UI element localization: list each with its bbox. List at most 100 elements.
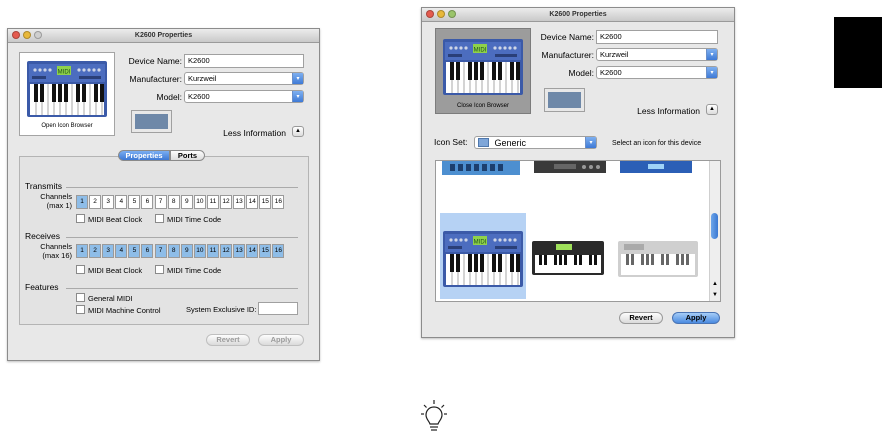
receive-channel-1[interactable]: 1 xyxy=(76,244,88,258)
minimize-button[interactable] xyxy=(23,31,31,39)
device-name-field[interactable]: K2600 xyxy=(596,30,718,44)
device-color-swatch[interactable] xyxy=(131,110,172,133)
transmit-channel-2[interactable]: 2 xyxy=(89,195,102,209)
blue-rack-icon[interactable] xyxy=(620,161,692,175)
manufacturer-label: Manufacturer: xyxy=(129,74,182,84)
revert-button[interactable]: Revert xyxy=(206,334,250,346)
transmit-beat-clock-checkbox[interactable]: MIDI Beat Clock xyxy=(76,214,142,224)
left-window-title: K2600 Properties xyxy=(134,32,193,39)
transmits-divider xyxy=(66,187,298,188)
receive-channel-3[interactable]: 3 xyxy=(102,244,115,258)
receive-channel-14[interactable]: 14 xyxy=(246,244,259,258)
receives-channels-label: Channels (max 16) xyxy=(26,242,72,260)
icon-grid-scrollbar[interactable]: ▲ ▼ xyxy=(709,161,720,301)
receive-channel-4[interactable]: 4 xyxy=(115,244,128,258)
transmit-channel-8[interactable]: 8 xyxy=(167,195,180,209)
apply-button[interactable]: Apply xyxy=(672,312,720,324)
manufacturer-select[interactable]: Kurzweil ▾ xyxy=(596,48,718,61)
device-color-swatch[interactable] xyxy=(544,88,585,112)
zoom-button[interactable] xyxy=(34,31,42,39)
transmit-channel-12[interactable]: 12 xyxy=(220,195,233,209)
close-button[interactable] xyxy=(426,10,434,18)
receive-channel-12[interactable]: 12 xyxy=(220,244,233,258)
select-arrow-icon: ▾ xyxy=(292,73,303,84)
checkbox-icon xyxy=(76,305,85,314)
receives-divider xyxy=(66,237,298,238)
sysex-id-field[interactable] xyxy=(258,302,298,315)
transmit-channel-13[interactable]: 13 xyxy=(233,195,246,209)
manufacturer-value: Kurzweil xyxy=(188,74,217,83)
icon-grid: ▲ ▼ xyxy=(435,160,721,302)
receive-channel-7[interactable]: 7 xyxy=(154,244,167,258)
chapter-tab-marker xyxy=(834,17,882,88)
receive-channel-10[interactable]: 10 xyxy=(193,244,206,258)
receives-heading: Receives xyxy=(25,231,60,241)
less-information-button[interactable]: ▲ xyxy=(706,104,718,115)
receive-channel-13[interactable]: 13 xyxy=(233,244,246,258)
zoom-button[interactable] xyxy=(448,10,456,18)
receive-channel-15[interactable]: 15 xyxy=(259,244,272,258)
receive-channel-16[interactable]: 16 xyxy=(272,244,285,258)
transmit-channel-16[interactable]: 16 xyxy=(272,195,285,209)
transmit-channel-6[interactable]: 6 xyxy=(141,195,154,209)
scroll-thumb[interactable] xyxy=(711,213,718,239)
transmit-channel-5[interactable]: 5 xyxy=(128,195,141,209)
channels-max-label: (max 1) xyxy=(46,201,72,210)
checkbox-label: MIDI Beat Clock xyxy=(88,266,143,275)
features-heading: Features xyxy=(25,282,59,292)
icon-set-select[interactable]: Generic ▾ xyxy=(474,136,597,149)
right-titlebar: K2600 Properties xyxy=(422,8,734,22)
transmit-channel-15[interactable]: 15 xyxy=(259,195,272,209)
manufacturer-select[interactable]: Kurzweil ▾ xyxy=(184,72,304,85)
checkbox-icon xyxy=(76,214,85,223)
device-icon-well[interactable]: Close Icon Browser xyxy=(435,28,531,114)
receive-beat-clock-checkbox[interactable]: MIDI Beat Clock xyxy=(76,265,142,275)
select-arrow-icon: ▾ xyxy=(585,137,596,148)
machine-control-checkbox[interactable]: MIDI Machine Control xyxy=(76,305,161,315)
receive-time-code-checkbox[interactable]: MIDI Time Code xyxy=(155,265,221,275)
model-select[interactable]: K2600 ▾ xyxy=(184,90,304,103)
receive-channel-8[interactable]: 8 xyxy=(167,244,180,258)
features-divider xyxy=(66,288,298,289)
scroll-up-arrow-icon[interactable]: ▲ xyxy=(710,279,720,289)
apply-button[interactable]: Apply xyxy=(258,334,304,346)
device-name-label: Device Name: xyxy=(128,56,182,66)
transmit-channel-7[interactable]: 7 xyxy=(154,195,167,209)
tab-ports[interactable]: Ports xyxy=(170,150,205,161)
minimize-button[interactable] xyxy=(437,10,445,18)
receive-channel-6[interactable]: 6 xyxy=(141,244,154,258)
model-select[interactable]: K2600 ▾ xyxy=(596,66,718,79)
transmit-time-code-checkbox[interactable]: MIDI Time Code xyxy=(155,214,221,224)
receive-channel-2[interactable]: 2 xyxy=(89,244,102,258)
transmit-channel-11[interactable]: 11 xyxy=(206,195,219,209)
gray-keyboard-icon[interactable] xyxy=(618,241,698,279)
receive-channel-11[interactable]: 11 xyxy=(206,244,219,258)
checkbox-label: MIDI Beat Clock xyxy=(88,215,143,224)
less-information-button[interactable]: ▲ xyxy=(292,126,304,137)
device-icon-well[interactable]: Open Icon Browser xyxy=(19,52,115,136)
keyboard-icon xyxy=(443,39,523,95)
transmit-channel-1[interactable]: 1 xyxy=(76,195,88,209)
tab-properties[interactable]: Properties xyxy=(118,150,170,161)
checkbox-label: General MIDI xyxy=(88,294,133,303)
transmit-channel-9[interactable]: 9 xyxy=(180,195,193,209)
patchbay-icon[interactable] xyxy=(442,161,520,177)
transmit-channel-14[interactable]: 14 xyxy=(246,195,259,209)
transmit-channel-3[interactable]: 3 xyxy=(102,195,115,209)
close-button[interactable] xyxy=(12,31,20,39)
transmit-channel-4[interactable]: 4 xyxy=(115,195,128,209)
transmit-channel-10[interactable]: 10 xyxy=(193,195,206,209)
revert-button[interactable]: Revert xyxy=(619,312,663,324)
icon-set-value: Generic xyxy=(494,138,527,148)
open-icon-browser-label: Open Icon Browser xyxy=(41,123,93,129)
general-midi-checkbox[interactable]: General MIDI xyxy=(76,293,133,303)
receive-channel-grid: 1 2 3 4 5 6 7 8 9 10 11 12 13 14 15 16 xyxy=(76,244,286,258)
synth-keyboard-icon[interactable] xyxy=(532,241,604,277)
rack-module-icon[interactable] xyxy=(534,161,606,175)
scroll-down-arrow-icon[interactable]: ▼ xyxy=(710,290,720,300)
receive-channel-5[interactable]: 5 xyxy=(128,244,141,258)
device-name-field[interactable]: K2600 xyxy=(184,54,304,68)
keyboard-icon[interactable] xyxy=(443,231,523,287)
model-label: Model: xyxy=(156,92,182,102)
receive-channel-9[interactable]: 9 xyxy=(180,244,193,258)
